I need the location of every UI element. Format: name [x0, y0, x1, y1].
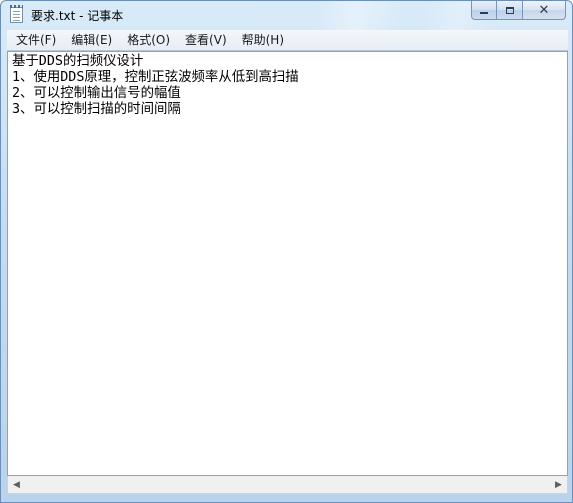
document-line: 基于DDS的扫频仪设计 [12, 54, 144, 69]
menu-bar: 文件(F) 编辑(E) 格式(O) 查看(V) 帮助(H) [7, 30, 568, 51]
maximize-button[interactable] [497, 1, 523, 20]
notepad-window: 要求.txt - 记事本 ✕ 文件(F) 编辑(E) 格式(O) 查看(V) 帮… [0, 0, 573, 503]
text-editor[interactable]: 基于DDS的扫频仪设计 1、使用DDS原理，控制正弦波频率从低到高扫描 2、可以控制… [7, 51, 568, 476]
menu-edit[interactable]: 编辑(E) [62, 30, 118, 50]
horizontal-scrollbar[interactable]: ◀ ▶ [7, 476, 568, 494]
window-title: 要求.txt - 记事本 [31, 9, 124, 23]
maximize-icon [505, 6, 514, 14]
close-button[interactable]: ✕ [523, 1, 566, 20]
scroll-right-icon[interactable]: ▶ [550, 476, 567, 493]
document-text[interactable]: 基于DDS的扫频仪设计 1、使用DDS原理，控制正弦波频率从低到高扫描 2、可以控制… [12, 54, 299, 118]
minimize-icon [480, 12, 488, 14]
menu-format[interactable]: 格式(O) [118, 30, 176, 50]
title-bar[interactable]: 要求.txt - 记事本 ✕ [1, 1, 572, 29]
menu-file[interactable]: 文件(F) [7, 30, 62, 50]
document-line: 2、可以控制输出信号的幅值 [12, 86, 181, 101]
window-bottom-frame [1, 494, 572, 502]
close-icon: ✕ [538, 2, 550, 18]
menu-view[interactable]: 查看(V) [176, 30, 233, 50]
document-line: 1、使用DDS原理，控制正弦波频率从低到高扫描 [12, 70, 299, 85]
minimize-button[interactable] [471, 1, 497, 20]
scroll-left-icon[interactable]: ◀ [8, 476, 25, 493]
caption-buttons: ✕ [471, 1, 566, 20]
document-line: 3、可以控制扫描的时间间隔 [12, 102, 181, 117]
menu-help[interactable]: 帮助(H) [233, 30, 290, 50]
notepad-icon[interactable] [10, 5, 23, 23]
